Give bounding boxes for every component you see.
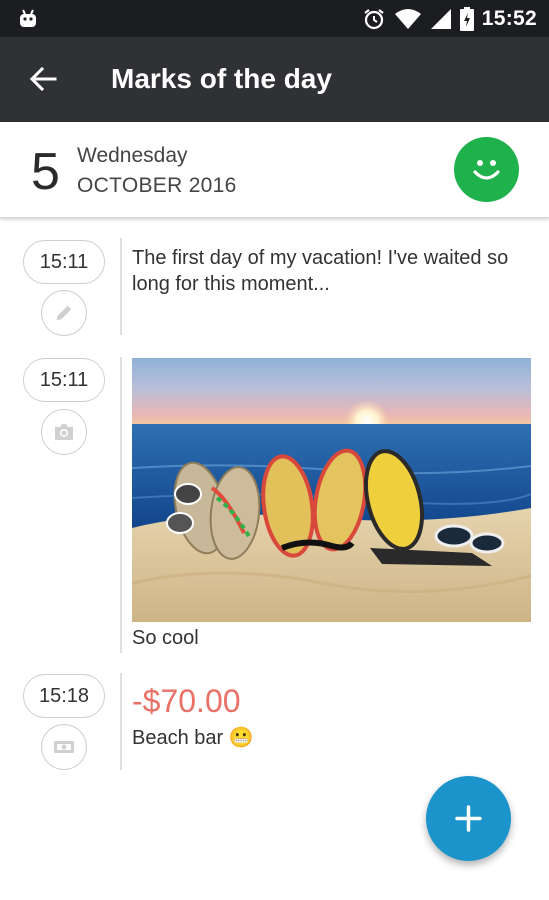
smiley-icon (473, 160, 500, 180)
app-bar: Marks of the day (0, 37, 549, 122)
weekday-label: Wednesday (77, 144, 188, 167)
signal-icon (430, 8, 451, 29)
alarm-icon (364, 8, 384, 29)
photo-caption: So cool (132, 627, 199, 649)
date-header: 5 Wednesday OCTOBER 2016 (0, 122, 549, 218)
timeline-line (120, 673, 122, 770)
mood-button[interactable] (454, 137, 519, 202)
timeline-line (120, 238, 122, 335)
money-icon (54, 741, 74, 753)
arrow-back-icon[interactable] (28, 64, 58, 94)
page-title: Marks of the day (111, 63, 332, 94)
wifi-icon (394, 8, 421, 29)
status-bar: 15:52 (0, 0, 549, 37)
android-icon (20, 9, 36, 27)
entry-time[interactable]: 15:11 (23, 240, 105, 284)
status-time: 15:52 (481, 6, 537, 30)
entry-type-badge (41, 724, 87, 770)
entry-type-badge (41, 409, 87, 455)
expense-note: Beach bar 😬 (132, 727, 254, 749)
day-number: 5 (31, 143, 60, 201)
month-year-label: OCTOBER 2016 (77, 174, 237, 197)
expense-amount: -$70.00 (132, 683, 241, 719)
plus-icon (455, 805, 482, 832)
camera-icon (55, 424, 73, 440)
battery-charging-icon (459, 6, 474, 31)
beach-sandals-photo[interactable] (132, 358, 531, 622)
add-entry-button[interactable] (426, 776, 511, 861)
entry-type-badge (41, 290, 87, 336)
timeline-line (120, 357, 122, 653)
pencil-icon (56, 305, 72, 321)
entry-time[interactable]: 15:11 (23, 358, 105, 402)
entry-note-text: The first day of my vacation! I've waite… (132, 247, 509, 295)
entry-time[interactable]: 15:18 (23, 674, 105, 718)
